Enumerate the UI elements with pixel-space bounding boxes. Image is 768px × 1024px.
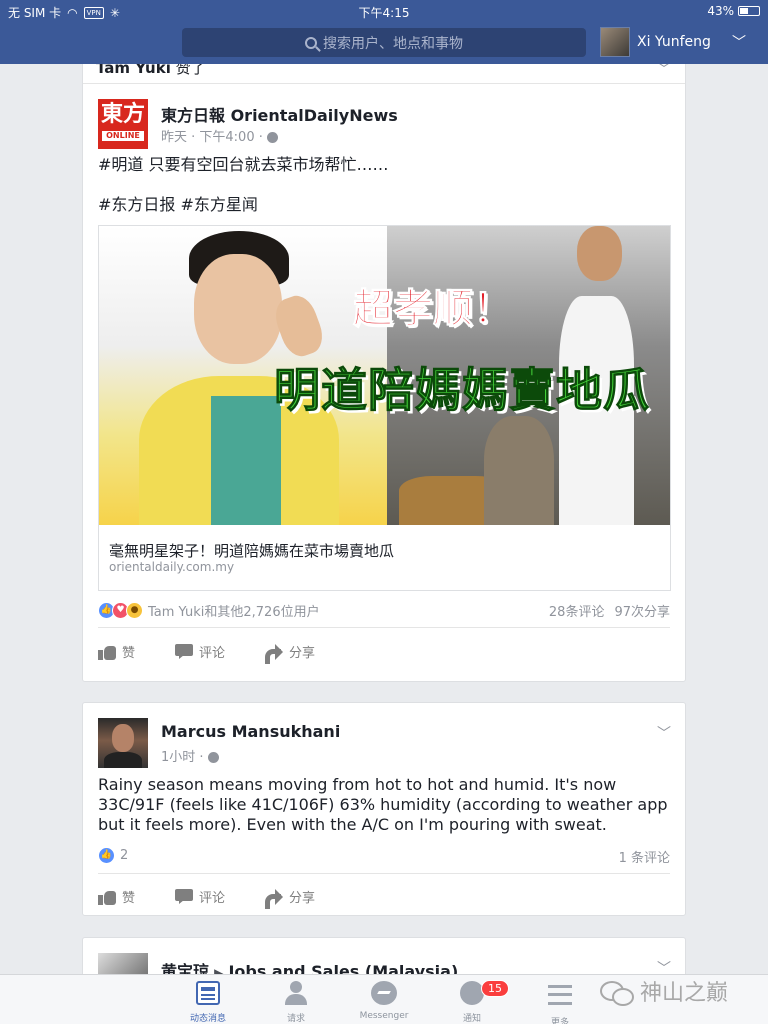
feed-post: ﹀ 黄宝琼 ▶ Jobs and Sales (Malaysia): [82, 937, 686, 974]
link-domain: orientaldaily.com.my: [109, 560, 235, 574]
arrow-right-icon: ▶: [214, 966, 224, 974]
comment-button[interactable]: 评论: [175, 887, 225, 906]
divider: [83, 83, 685, 84]
post-meta: 1小时 ·: [161, 746, 219, 765]
battery-percent: 43%: [707, 4, 734, 18]
wow-reaction-icon: ●: [126, 602, 143, 619]
tab-label: Messenger: [359, 1011, 409, 1021]
notifications-globe-icon: [460, 981, 484, 1005]
messenger-icon: [371, 981, 397, 1005]
chevron-down-icon[interactable]: ﹀: [657, 958, 671, 974]
tab-label: 通知: [462, 1014, 481, 1024]
comments-count[interactable]: 1 条评论: [619, 847, 670, 866]
news-feed-icon: [196, 981, 220, 1005]
post-author[interactable]: Marcus Mansukhani: [161, 722, 340, 741]
liked-by-verb: 赞了: [170, 64, 206, 77]
post-actions: 赞 评论 分享: [98, 887, 316, 909]
share-label: 分享: [289, 891, 316, 906]
share-label: 分享: [289, 646, 316, 661]
tab-requests[interactable]: 请求: [256, 979, 336, 1024]
like-button[interactable]: 赞: [98, 642, 135, 661]
link-title: 毫無明星架子！明道陪媽媽在菜市場賣地瓜: [109, 542, 395, 560]
logo-text: 東方: [100, 102, 145, 127]
wechat-icon: [600, 979, 634, 1006]
tab-messenger[interactable]: Messenger: [344, 979, 424, 1021]
page-logo[interactable]: 東方 ONLINE: [98, 99, 148, 149]
shares-count[interactable]: 97次分享: [614, 601, 670, 620]
tab-label: 请求: [286, 1014, 305, 1024]
liked-by-name[interactable]: Tam Yuki: [96, 64, 171, 77]
post-timestamp[interactable]: 昨天 · 下午4:00 ·: [161, 130, 263, 145]
reactions-text: Tam Yuki和其他2,726位用户: [148, 605, 320, 620]
logo-subtext: ONLINE: [102, 131, 144, 141]
image-headline-green: 明道陪媽媽賣地瓜: [274, 363, 650, 418]
engagement-counts: 28条评论 97次分享: [549, 601, 670, 620]
liked-by-header: Tam Yuki 赞了: [96, 64, 206, 78]
status-bar: 无 SIM 卡 ◠ VPN ✳ 下午4:15 43%: [0, 0, 768, 22]
search-input[interactable]: 搜索用户、地点和事物: [182, 28, 586, 57]
engagement-counts: 1 条评论: [619, 847, 670, 866]
search-placeholder: 搜索用户、地点和事物: [323, 35, 463, 52]
comment-button[interactable]: 评论: [175, 642, 225, 661]
link-preview[interactable]: 超孝顺！ 明道陪媽媽賣地瓜 毫無明星架子！明道陪媽媽在菜市場賣地瓜 orient…: [98, 225, 671, 591]
post-actions: 赞 评论 分享: [98, 642, 316, 664]
thumbs-up-icon: [98, 644, 116, 660]
more-menu-icon: [548, 985, 572, 1005]
watermark-text: 神山之巅: [640, 981, 729, 1006]
notification-badge: 15: [481, 980, 509, 997]
chevron-down-icon[interactable]: ﹀: [657, 723, 671, 743]
tab-label: 动态消息: [189, 1014, 226, 1024]
share-button[interactable]: 分享: [265, 887, 316, 909]
globe-icon: [207, 752, 219, 763]
friend-requests-icon: [282, 981, 310, 1005]
post-author[interactable]: 東方日報 OrientalDailyNews: [161, 102, 398, 126]
comment-icon: [175, 644, 194, 659]
thumbs-up-icon: [98, 889, 116, 905]
comment-label: 评论: [199, 646, 226, 661]
image-headline-red: 超孝顺！: [353, 286, 514, 333]
reactions-summary[interactable]: 👍 2: [98, 847, 128, 864]
battery-icon: [738, 6, 760, 16]
profile-avatar[interactable]: [600, 27, 630, 57]
like-button[interactable]: 赞: [98, 887, 135, 906]
comment-icon: [175, 889, 194, 904]
divider: [98, 627, 670, 628]
chevron-down-icon[interactable]: ﹀: [657, 64, 671, 79]
tab-more[interactable]: 更多: [520, 979, 600, 1024]
watermark: 神山之巅: [600, 975, 728, 1007]
author-avatar[interactable]: [98, 718, 148, 768]
share-icon: [265, 889, 284, 909]
like-label: 赞: [122, 646, 136, 661]
link-preview-image: 超孝顺！ 明道陪媽媽賣地瓜: [99, 226, 670, 525]
author-avatar[interactable]: [98, 953, 148, 974]
search-icon: [305, 36, 317, 49]
share-button[interactable]: 分享: [265, 642, 316, 664]
post-author[interactable]: 黄宝琼: [161, 962, 209, 974]
post-timestamp[interactable]: 1小时 ·: [161, 750, 204, 765]
status-time: 下午4:15: [358, 6, 410, 20]
top-navbar: 搜索用户、地点和事物 Xi Yunfeng ﹀: [0, 22, 768, 64]
feed-post: Tam Yuki 赞了 ﹀ 東方 ONLINE 東方日報 OrientalDai…: [82, 64, 686, 682]
profile-name[interactable]: Xi Yunfeng: [637, 34, 711, 50]
feed-post: ﹀ Marcus Mansukhani 1小时 · Rainy season m…: [82, 702, 686, 916]
divider: [98, 873, 670, 874]
like-reaction-icon: 👍: [98, 847, 115, 864]
post-meta: 昨天 · 下午4:00 ·: [161, 126, 278, 145]
likes-count: 2: [120, 848, 129, 863]
tab-label: 更多: [550, 1018, 569, 1024]
tab-news-feed[interactable]: 动态消息: [168, 979, 248, 1024]
reactions-summary[interactable]: 👍 ♥ ● Tam Yuki和其他2,726位用户: [98, 601, 320, 620]
post-hashtags[interactable]: #东方日报 #东方星闻: [98, 195, 670, 215]
post-author-line: 黄宝琼 ▶ Jobs and Sales (Malaysia): [161, 958, 458, 974]
post-text: Rainy season means moving from hot to ho…: [98, 775, 668, 834]
group-name[interactable]: Jobs and Sales (Malaysia): [228, 962, 458, 974]
globe-icon: [266, 132, 278, 143]
news-feed[interactable]: Tam Yuki 赞了 ﹀ 東方 ONLINE 東方日報 OrientalDai…: [0, 64, 768, 974]
chevron-down-icon[interactable]: ﹀: [732, 32, 746, 52]
post-text: #明道 只要有空回台就去菜市场帮忙……: [98, 155, 389, 174]
like-label: 赞: [122, 891, 136, 906]
share-icon: [265, 644, 284, 664]
comment-label: 评论: [199, 891, 226, 906]
comments-count[interactable]: 28条评论: [549, 601, 605, 620]
